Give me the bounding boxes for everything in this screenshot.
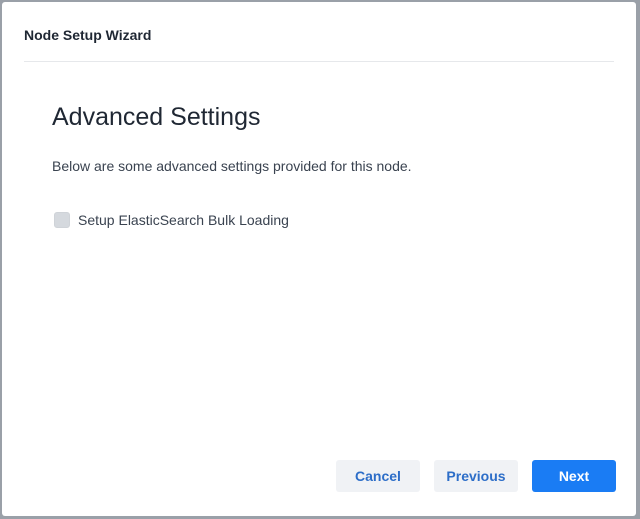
node-setup-wizard-dialog: Node Setup Wizard Advanced Settings Belo… xyxy=(2,2,636,516)
elasticsearch-bulk-loading-label[interactable]: Setup ElasticSearch Bulk Loading xyxy=(78,212,289,228)
elasticsearch-bulk-loading-checkbox[interactable] xyxy=(54,212,70,228)
dialog-title: Node Setup Wizard xyxy=(24,27,152,43)
previous-button[interactable]: Previous xyxy=(434,460,518,492)
dialog-footer: Cancel Previous Next xyxy=(336,460,616,492)
next-button[interactable]: Next xyxy=(532,460,616,492)
page-description: Below are some advanced settings provide… xyxy=(52,158,412,174)
dialog-header: Node Setup Wizard xyxy=(24,2,614,62)
page-heading: Advanced Settings xyxy=(52,103,261,131)
cancel-button[interactable]: Cancel xyxy=(336,460,420,492)
elasticsearch-bulk-loading-option[interactable]: Setup ElasticSearch Bulk Loading xyxy=(54,210,289,230)
